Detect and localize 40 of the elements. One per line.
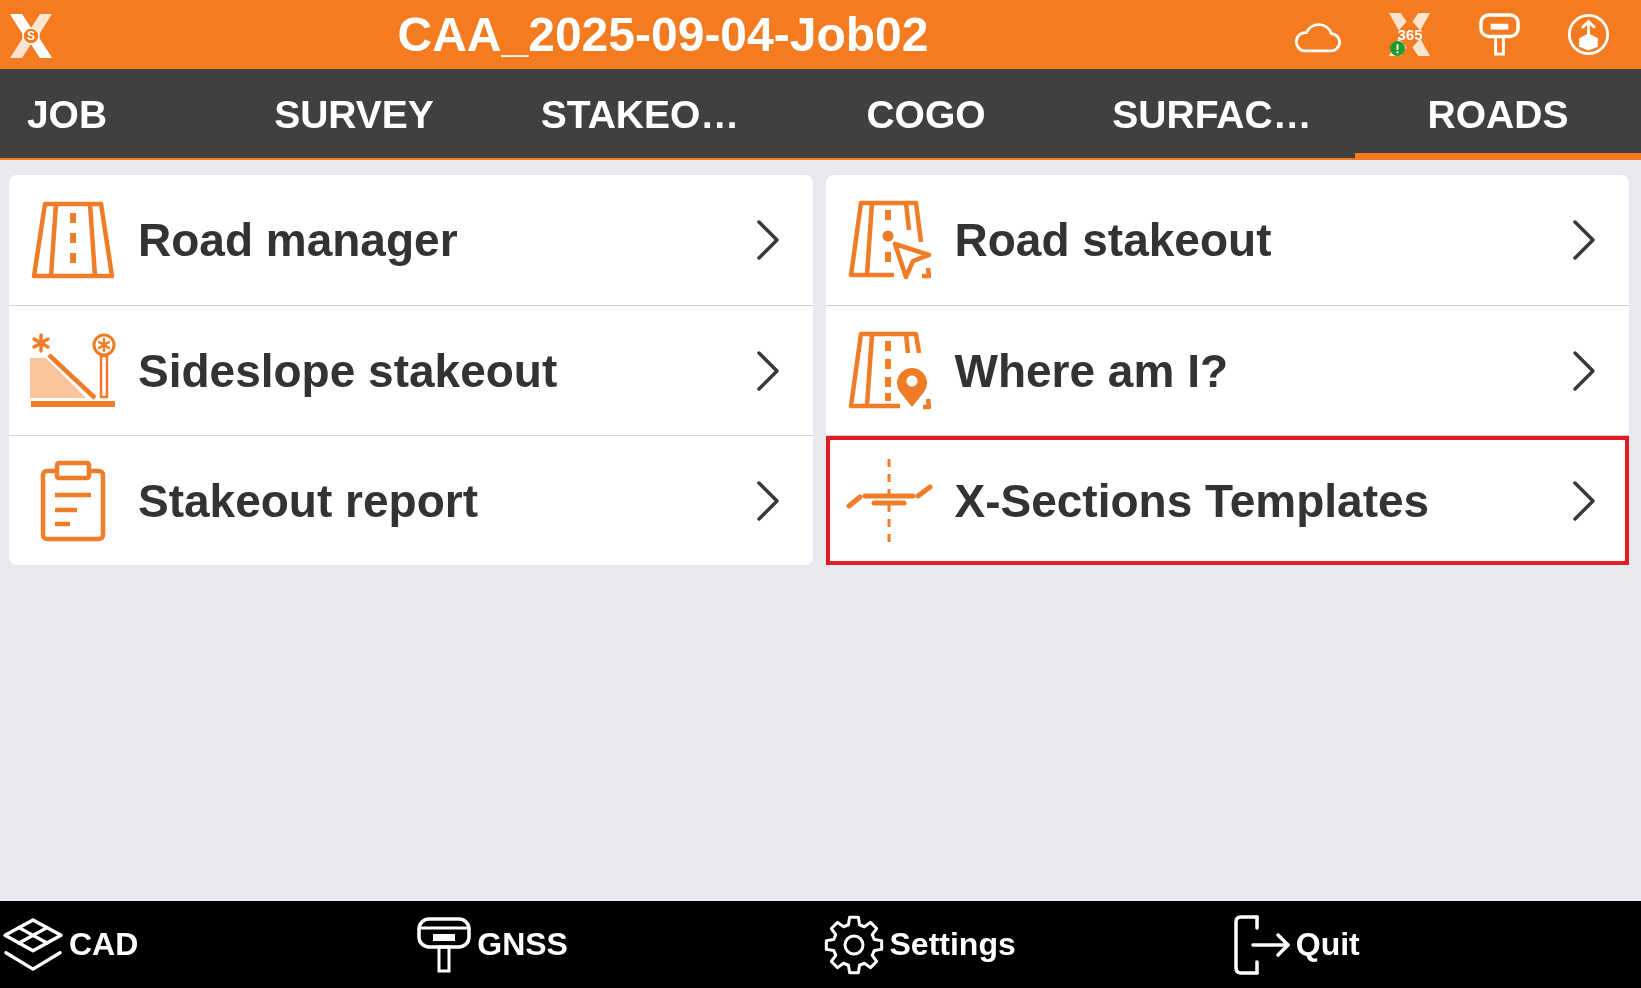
job-title: CAA_2025-09-04-Job02 [396,10,930,59]
chevron-right-icon [754,349,781,392]
road-cursor-icon [847,200,932,280]
cloud-icon[interactable] [1293,20,1341,53]
chevron-right-icon [1571,479,1597,522]
receiver-icon [416,915,473,974]
menu-item[interactable]: Road manager [9,175,813,305]
x-logo-icon[interactable] [1387,11,1432,58]
settings-icon [822,913,885,976]
layers-icon [2,916,64,973]
menu-item[interactable]: Sideslope stakeout [9,305,813,435]
bottom-bar-item[interactable]: GNSS [416,915,568,974]
chevron-right-icon [754,479,781,522]
menu-item[interactable]: Road stakeout [825,175,1629,305]
tab[interactable]: SURFAC… [1069,69,1355,160]
bottom-bar-item[interactable]: Settings [822,913,1016,976]
upload-icon[interactable] [1567,13,1610,56]
chevron-right-icon [754,219,781,261]
sideslope-icon [29,332,117,409]
menu-item[interactable]: X-Sections Templates [825,435,1629,565]
logo-letter: S [26,27,36,44]
receiver-icon[interactable] [1478,12,1521,57]
menu-item[interactable]: Where am I? [825,305,1629,435]
tab[interactable]: COGO [783,69,1069,160]
bottom-bar-item[interactable]: Quit [1232,913,1360,976]
chevron-right-icon [1571,349,1597,392]
road-pin-icon [847,330,932,411]
bottom-bar-item[interactable]: CAD [2,916,139,973]
logo-number: 365 [1396,26,1424,43]
clipboard-icon [40,459,106,542]
app-logo-icon [8,11,54,60]
tab[interactable]: JOB [0,69,211,160]
menu-item[interactable]: Stakeout report [9,435,813,565]
road-icon [31,201,115,279]
cross-section-icon [845,457,934,544]
alert-dot-icon [1390,41,1405,56]
tab[interactable]: STAKEO… [497,69,783,160]
exit-icon [1232,913,1291,976]
tab[interactable]: SURVEY [211,69,497,160]
chevron-right-icon [1571,219,1597,261]
